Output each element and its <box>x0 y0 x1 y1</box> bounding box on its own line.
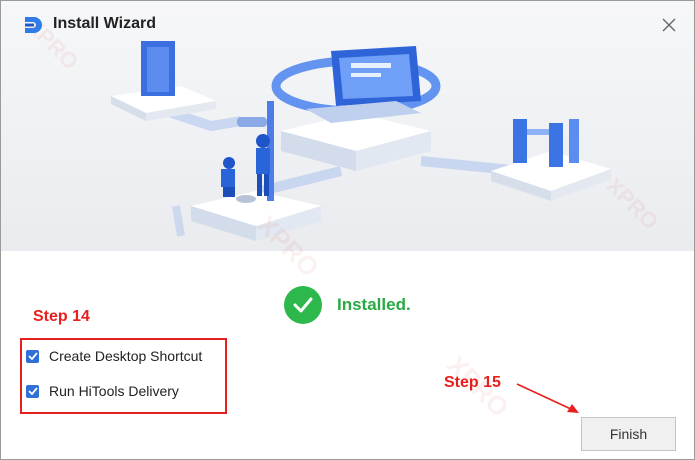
window-title: Install Wizard <box>53 15 156 32</box>
status-text: Installed. <box>337 295 411 314</box>
create-desktop-shortcut-option[interactable]: Create Desktop Shortcut <box>26 348 202 364</box>
run-hitools-delivery-option[interactable]: Run HiTools Delivery <box>26 383 179 399</box>
option-label: Run HiTools Delivery <box>49 383 179 399</box>
step-15-annotation: Step 15 <box>444 374 501 391</box>
close-icon[interactable] <box>660 16 678 34</box>
title-bar: Install Wizard <box>1 1 694 47</box>
install-status: Installed. <box>284 286 411 324</box>
install-wizard-window: Install Wizard XPRO XPRO XPRO XPRO Insta… <box>0 0 695 460</box>
finish-button[interactable]: Finish <box>581 417 676 451</box>
option-label: Create Desktop Shortcut <box>49 348 203 364</box>
checkbox-checked-icon[interactable] <box>26 384 39 398</box>
app-logo-icon <box>25 17 42 33</box>
checkbox-checked-icon[interactable] <box>26 349 39 363</box>
step-14-annotation: Step 14 <box>33 308 90 325</box>
check-circle-icon <box>284 286 322 324</box>
